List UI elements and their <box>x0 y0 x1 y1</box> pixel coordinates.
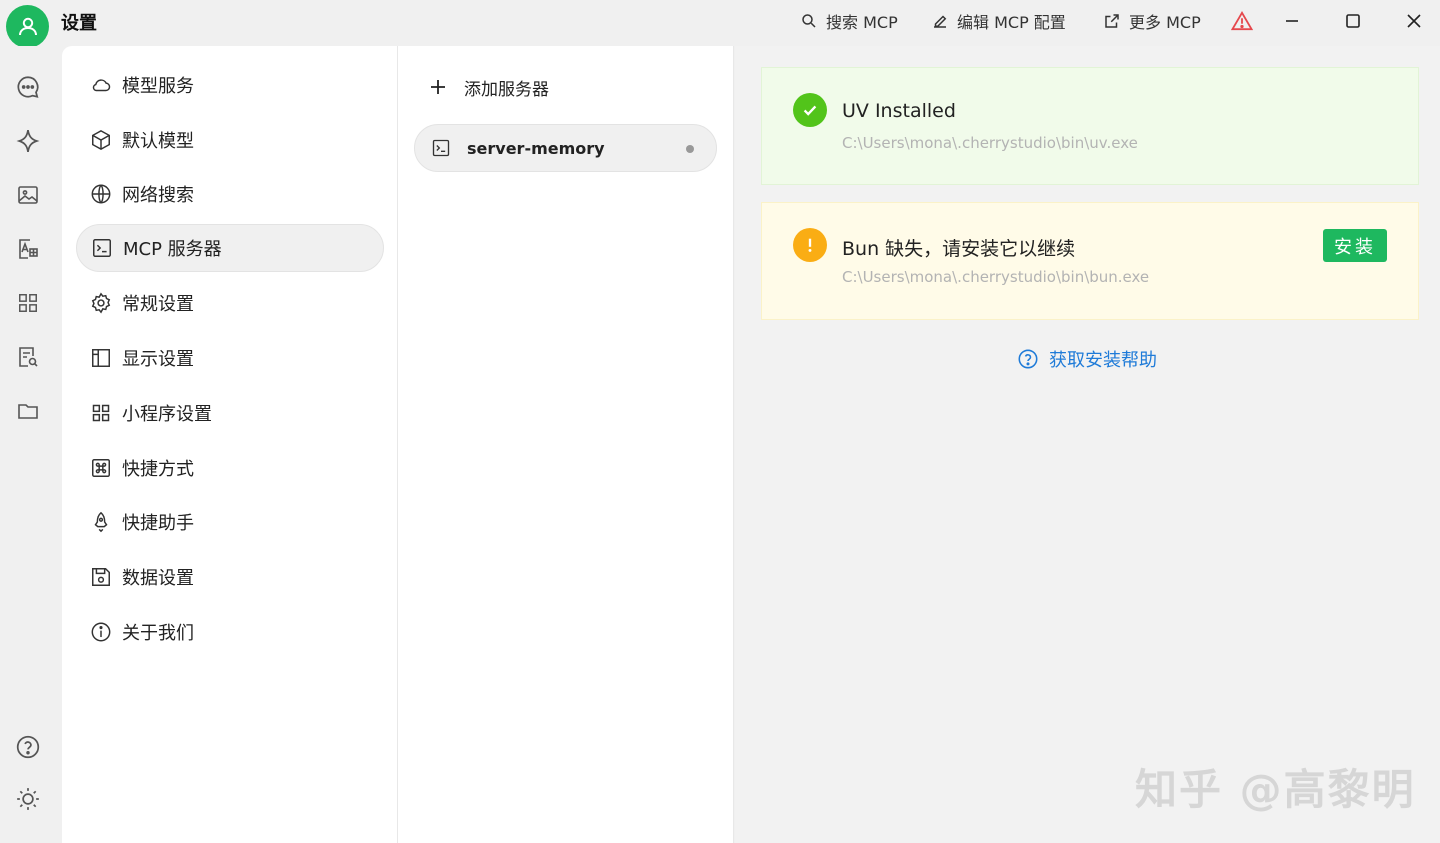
chat-icon[interactable] <box>14 73 42 101</box>
globe-icon <box>90 183 112 205</box>
nav-item-label: 默认模型 <box>122 131 194 152</box>
nav-item-label: 显示设置 <box>122 349 194 370</box>
bun-status-card: Bun 缺失，请安装它以继续 C:\Users\mona\.cherrystud… <box>761 202 1419 320</box>
grid-icon <box>90 402 112 424</box>
nav-item-about[interactable]: 关于我们 <box>76 608 384 656</box>
left-rail <box>0 46 62 843</box>
uv-path: C:\Users\mona\.cherrystudio\bin\uv.exe <box>842 134 1138 152</box>
more-mcp-button[interactable]: 更多 MCP <box>1103 9 1201 33</box>
nav-item-label: 模型服务 <box>122 76 194 97</box>
nav-item-label: 快捷方式 <box>122 459 194 480</box>
plus-icon <box>431 80 445 94</box>
save-icon <box>90 566 112 588</box>
nav-item-label: 网络搜索 <box>122 185 194 206</box>
edit-mcp-config-button[interactable]: 编辑 MCP 配置 <box>931 9 1066 33</box>
server-item-memory[interactable]: server-memory <box>414 124 717 172</box>
apps-icon[interactable] <box>14 289 42 317</box>
maximize-button[interactable] <box>1336 6 1370 36</box>
file-search-icon[interactable] <box>14 343 42 371</box>
cube-icon <box>90 129 112 151</box>
nav-item-web-search[interactable]: 网络搜索 <box>76 170 384 218</box>
settings-nav: 模型服务 默认模型 网络搜索 MCP 服务器 常规设置 显示设置 小程序设置 快… <box>62 46 398 843</box>
command-icon <box>90 457 112 479</box>
user-avatar[interactable] <box>6 5 49 48</box>
folder-icon[interactable] <box>14 397 42 425</box>
uv-status-title: UV Installed <box>842 100 956 122</box>
minimize-icon <box>1286 20 1298 22</box>
main-panel: UV Installed C:\Users\mona\.cherrystudio… <box>735 46 1440 843</box>
exclamation-circle-icon <box>793 228 827 262</box>
close-icon <box>1407 14 1421 28</box>
edit-mcp-config-label: 编辑 MCP 配置 <box>957 13 1066 32</box>
nav-item-label: 常规设置 <box>122 294 194 315</box>
nav-item-miniapp-settings[interactable]: 小程序设置 <box>76 389 384 437</box>
nav-item-quick-assistant[interactable]: 快捷助手 <box>76 498 384 546</box>
bun-path: C:\Users\mona\.cherrystudio\bin\bun.exe <box>842 268 1150 286</box>
nav-item-default-model[interactable]: 默认模型 <box>76 116 384 164</box>
more-mcp-label: 更多 MCP <box>1129 13 1201 32</box>
mcp-server-list: 添加服务器 server-memory <box>398 46 734 843</box>
server-status-dot <box>686 145 694 153</box>
info-icon <box>90 621 112 643</box>
nav-item-label: 快捷助手 <box>122 513 194 534</box>
image-icon[interactable] <box>14 181 42 209</box>
search-mcp-button[interactable]: 搜索 MCP <box>800 9 898 33</box>
nav-item-label: 关于我们 <box>122 623 194 644</box>
cloud-icon <box>90 74 112 96</box>
help-icon[interactable] <box>14 733 42 761</box>
help-icon <box>1018 349 1038 369</box>
maximize-icon <box>1346 14 1360 28</box>
layout-icon <box>90 347 112 369</box>
sparkle-icon[interactable] <box>14 127 42 155</box>
external-link-icon <box>1105 14 1119 28</box>
minimize-button[interactable] <box>1275 6 1309 36</box>
title-bar: 设置 搜索 MCP 编辑 MCP 配置 更多 MCP <box>0 0 1440 48</box>
add-server-label: 添加服务器 <box>464 79 549 100</box>
bun-status-title: Bun 缺失，请安装它以继续 <box>842 238 1076 260</box>
install-bun-button[interactable]: 安装 <box>1323 229 1387 262</box>
nav-item-model-service[interactable]: 模型服务 <box>76 61 384 109</box>
translate-icon[interactable] <box>14 235 42 263</box>
nav-item-label: 小程序设置 <box>122 404 212 425</box>
install-help-label: 获取安装帮助 <box>1049 350 1157 371</box>
edit-icon <box>934 15 947 28</box>
warning-button[interactable] <box>1231 9 1261 33</box>
search-icon <box>802 14 816 28</box>
gear-icon <box>90 292 112 314</box>
warning-icon <box>1231 11 1253 31</box>
rocket-icon <box>90 511 112 533</box>
terminal-icon <box>91 237 113 259</box>
search-mcp-label: 搜索 MCP <box>826 13 898 32</box>
nav-item-mcp-servers[interactable]: MCP 服务器 <box>76 224 384 272</box>
close-button[interactable] <box>1397 6 1431 36</box>
nav-item-shortcuts[interactable]: 快捷方式 <box>76 444 384 492</box>
nav-item-label: 数据设置 <box>122 568 194 589</box>
uv-status-card: UV Installed C:\Users\mona\.cherrystudio… <box>761 67 1419 185</box>
user-icon <box>18 17 37 35</box>
terminal-icon <box>432 139 450 157</box>
nav-item-label: MCP 服务器 <box>123 239 222 260</box>
app-title: 设置 <box>61 13 97 34</box>
nav-item-general-settings[interactable]: 常规设置 <box>76 279 384 327</box>
sun-icon[interactable] <box>14 785 42 813</box>
nav-item-data-settings[interactable]: 数据设置 <box>76 553 384 601</box>
nav-item-display-settings[interactable]: 显示设置 <box>76 334 384 382</box>
add-server-button[interactable]: 添加服务器 <box>428 74 549 100</box>
watermark: 知乎 @高黎明 <box>1135 765 1416 814</box>
server-name: server-memory <box>467 138 605 158</box>
check-circle-icon <box>793 93 827 127</box>
install-help-link[interactable]: 获取安装帮助 <box>1017 346 1157 372</box>
